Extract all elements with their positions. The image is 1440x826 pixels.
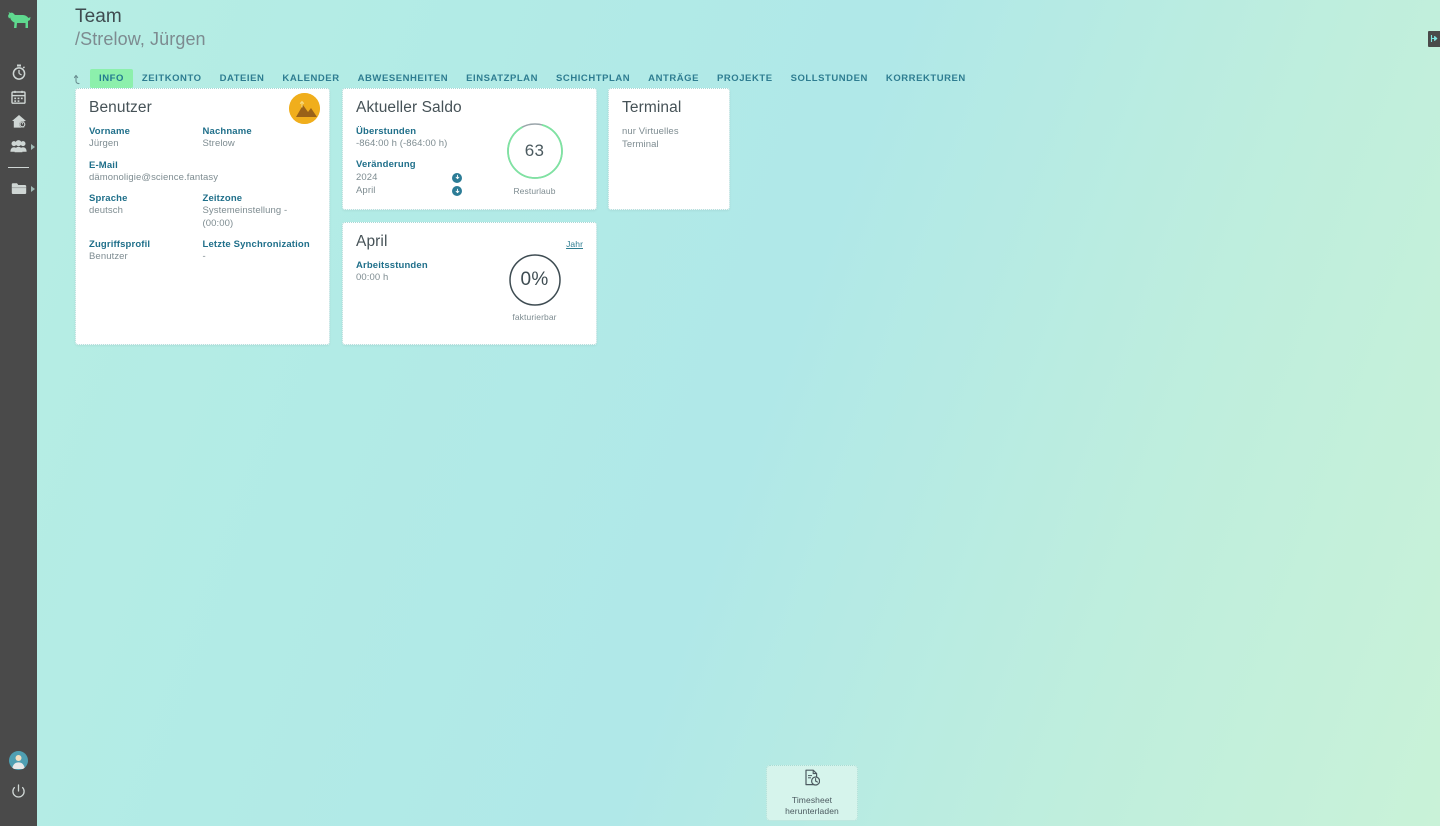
folder-icon bbox=[11, 182, 27, 195]
power-button[interactable] bbox=[11, 784, 26, 804]
veraenderung-label: Veränderung bbox=[356, 158, 416, 170]
sidebar-item-team[interactable] bbox=[0, 134, 37, 159]
download-circle-icon[interactable] bbox=[452, 186, 462, 197]
field-row-email: E-Mail dämonoligie@science.fantasy bbox=[89, 159, 316, 185]
people-icon bbox=[10, 140, 27, 153]
tab-bar: INFO ZEITKONTO DATEIEN KALENDER ABWESENH… bbox=[74, 69, 975, 88]
field-zugriffsprofil: Zugriffsprofil Benutzer bbox=[89, 238, 203, 264]
ueberstunden-label: Überstunden bbox=[356, 126, 417, 137]
tab-schichtplan[interactable]: SCHICHTPLAN bbox=[547, 69, 639, 88]
field-value: Benutzer bbox=[89, 251, 128, 262]
user-avatar-icon[interactable] bbox=[9, 751, 28, 770]
chevron-right-icon bbox=[1430, 30, 1438, 48]
sidebar-item-projects[interactable] bbox=[0, 176, 37, 201]
fakturierbar-ring: 0% bbox=[508, 253, 562, 307]
download-timesheet-button[interactable]: Timesheet herunterladen bbox=[766, 765, 858, 821]
tab-projekte[interactable]: PROJEKTE bbox=[708, 69, 782, 88]
home-clock-icon bbox=[11, 114, 27, 129]
terminal-card: Terminal nur Virtuelles Terminal bbox=[608, 88, 730, 210]
page-title: Team bbox=[75, 6, 122, 27]
ueberstunden-value: -864:00 h (-864:00 h) bbox=[356, 138, 448, 149]
resturlaub-caption: Resturlaub bbox=[513, 186, 556, 196]
tab-einsatzplan[interactable]: EINSATZPLAN bbox=[457, 69, 547, 88]
sidebar-item-stopwatch[interactable] bbox=[0, 59, 37, 84]
field-letzte-sync: Letzte Synchronization - bbox=[203, 238, 317, 264]
download-label-line1: Timesheet bbox=[791, 795, 833, 805]
field-nachname: Nachname Strelow bbox=[203, 125, 317, 151]
field-label: Vorname bbox=[89, 126, 130, 137]
benutzer-card: Benutzer Vorname Jürgen Nachname Strelow… bbox=[75, 88, 330, 345]
month-label: April bbox=[356, 185, 376, 196]
resturlaub-ring: 63 bbox=[505, 121, 565, 181]
field-label: Letzte Synchronization bbox=[202, 239, 310, 250]
main-sidebar bbox=[0, 0, 37, 826]
user-photo-avatar[interactable] bbox=[289, 93, 320, 124]
terminal-text: nur Virtuelles Terminal bbox=[622, 126, 679, 150]
download-label-line2: herunterladen bbox=[785, 806, 839, 816]
resturlaub-value: 63 bbox=[524, 141, 545, 160]
veraenderung-month-row: April bbox=[356, 185, 462, 198]
sidebar-item-home[interactable] bbox=[0, 109, 37, 134]
veraenderung-year-row: 2024 bbox=[356, 172, 462, 185]
field-label: Nachname bbox=[202, 126, 252, 137]
document-clock-icon bbox=[804, 769, 821, 792]
tab-sollstunden[interactable]: SOLLSTUNDEN bbox=[782, 69, 877, 88]
field-row-name: Vorname Jürgen Nachname Strelow bbox=[89, 125, 316, 151]
field-label: Zeitzone bbox=[202, 193, 243, 204]
sidebar-nav bbox=[0, 59, 37, 201]
aktueller-saldo-card: Aktueller Saldo Überstunden -864:00 h (-… bbox=[342, 88, 597, 210]
tab-info[interactable]: INFO bbox=[90, 69, 133, 88]
page-subtitle: /Strelow, Jürgen bbox=[75, 29, 206, 49]
dog-logo-icon bbox=[6, 10, 32, 37]
history-back-icon[interactable] bbox=[74, 74, 84, 85]
arbeitsstunden-label: Arbeitsstunden bbox=[356, 260, 428, 271]
field-sprache: Sprache deutsch bbox=[89, 192, 203, 230]
right-panel-toggle[interactable] bbox=[1428, 31, 1440, 47]
field-row-profile: Zugriffsprofil Benutzer Letzte Synchroni… bbox=[89, 238, 316, 264]
tab-kalender[interactable]: KALENDER bbox=[273, 69, 348, 88]
chevron-right-icon bbox=[31, 185, 35, 192]
field-label: E-Mail bbox=[89, 159, 118, 171]
stopwatch-icon bbox=[12, 64, 26, 80]
field-zeitzone: Zeitzone Systemeinstellung - (00:00) bbox=[203, 192, 317, 230]
tab-korrekturen[interactable]: KORREKTUREN bbox=[877, 69, 975, 88]
field-value: deutsch bbox=[89, 205, 123, 216]
field-value: - bbox=[202, 251, 206, 262]
fakturierbar-value: 0% bbox=[520, 269, 549, 290]
benutzer-fields: Vorname Jürgen Nachname Strelow E-Mail d… bbox=[76, 117, 329, 264]
download-button-label: Timesheet herunterladen bbox=[785, 795, 839, 817]
tab-zeitkonto[interactable]: ZEITKONTO bbox=[133, 69, 211, 88]
benutzer-card-title: Benutzer bbox=[89, 99, 152, 116]
sidebar-item-calendar[interactable] bbox=[0, 84, 37, 109]
field-label: Zugriffsprofil bbox=[89, 239, 151, 250]
field-row-locale: Sprache deutsch Zeitzone Systemeinstellu… bbox=[89, 192, 316, 230]
field-label: Sprache bbox=[89, 193, 128, 204]
sidebar-bottom-actions bbox=[0, 751, 37, 804]
tab-dateien[interactable]: DATEIEN bbox=[211, 69, 274, 88]
jahr-link[interactable]: Jahr bbox=[566, 239, 583, 249]
sidebar-divider bbox=[8, 167, 29, 168]
saldo-card-title: Aktueller Saldo bbox=[356, 99, 462, 116]
app-logo[interactable] bbox=[0, 3, 37, 43]
field-email: E-Mail dämonoligie@science.fantasy bbox=[89, 159, 316, 185]
download-circle-icon[interactable] bbox=[452, 172, 462, 183]
year-label: 2024 bbox=[356, 171, 378, 183]
april-card: April Jahr Arbeitsstunden 00:00 h 0% fak… bbox=[342, 222, 597, 345]
field-value: dämonoligie@science.fantasy bbox=[89, 171, 219, 183]
field-value: Systemeinstellung - (00:00) bbox=[202, 205, 288, 229]
arbeitsstunden-value: 00:00 h bbox=[356, 272, 389, 283]
chevron-right-icon bbox=[31, 143, 35, 150]
april-card-title: April bbox=[356, 233, 388, 250]
field-value: Strelow bbox=[202, 138, 235, 149]
field-vorname: Vorname Jürgen bbox=[89, 125, 203, 151]
field-value: Jürgen bbox=[89, 138, 119, 149]
calendar-icon bbox=[11, 90, 26, 104]
fakturierbar-caption: fakturierbar bbox=[512, 312, 557, 322]
tab-antraege[interactable]: ANTRÄGE bbox=[639, 69, 708, 88]
page-header: Team /Strelow, Jürgen bbox=[75, 6, 206, 50]
terminal-card-title: Terminal bbox=[622, 99, 682, 116]
tab-abwesenheiten[interactable]: ABWESENHEITEN bbox=[349, 69, 458, 88]
